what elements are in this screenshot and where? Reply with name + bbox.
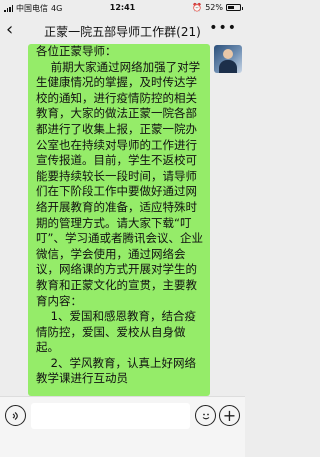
plus-icon[interactable]: + [219,405,240,426]
message-input[interactable] [31,403,190,429]
emoji-icon[interactable] [195,405,216,426]
input-bar: + [0,396,245,457]
chat-area[interactable]: 各位正蒙导师： 前期大家通过网络加强了对学生健康情况的掌握，及时传达学校的通知，… [0,44,245,396]
battery-fill [228,6,234,9]
battery-percent: 52% [205,3,223,12]
voice-icon[interactable] [5,405,26,426]
alarm-icon: ⏰ [192,3,203,12]
input-row: + [0,403,245,433]
more-dots-icon[interactable]: ••• [209,20,237,36]
message-text: 各位正蒙导师： 前期大家通过网络加强了对学生健康情况的掌握，及时传达学校的通知，… [36,44,203,386]
message-bubble[interactable]: 各位正蒙导师： 前期大家通过网络加强了对学生健康情况的掌握，及时传达学校的通知，… [28,44,210,396]
user-avatar[interactable] [214,45,242,73]
chat-header: ‹ 正蒙一院五部导师工作群(21) ••• [0,17,245,44]
status-bar: 中国电信 4G 12:41 ⏰ 52% [0,0,245,17]
status-right: ⏰ 52% [192,3,243,12]
battery-icon [226,4,243,11]
bottom-safe-area [0,439,245,457]
